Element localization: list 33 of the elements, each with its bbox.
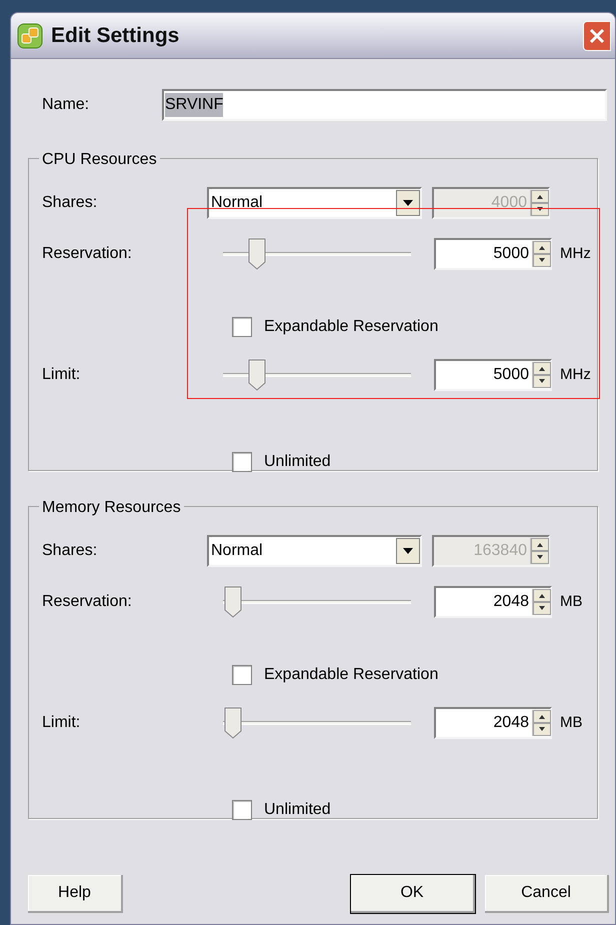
dialog-button[interactable]: OK xyxy=(351,875,475,913)
name-label: Name: xyxy=(42,95,90,115)
dropdown-value: Normal xyxy=(210,193,264,213)
field-label: Reservation: xyxy=(42,244,133,264)
field-label: Limit: xyxy=(42,713,82,733)
field-label: Shares: xyxy=(42,541,98,561)
number-field[interactable]: 2048 xyxy=(434,707,552,739)
unit-label: MB xyxy=(560,712,582,733)
dialog-button[interactable]: Cancel xyxy=(485,875,609,913)
number-field[interactable]: 5000 xyxy=(434,359,552,391)
checkbox-label: Expandable Reservation xyxy=(264,317,438,337)
name-field[interactable]: SRVINF xyxy=(162,89,607,121)
number-value: 163840 xyxy=(474,541,528,561)
field-label: Limit: xyxy=(42,365,82,385)
dropdown-value: Normal xyxy=(210,541,264,561)
number-value: 5000 xyxy=(493,244,530,264)
checkbox-label: Expandable Reservation xyxy=(264,665,438,685)
window-title: Edit Settings xyxy=(51,22,180,49)
number-value: 4000 xyxy=(491,193,528,213)
number-value: 2048 xyxy=(493,592,530,612)
number-field[interactable]: 2048 xyxy=(434,586,552,618)
number-value: 2048 xyxy=(493,713,530,733)
unit-label: MHz xyxy=(560,244,591,264)
unit-label: MB xyxy=(560,592,582,612)
field-label: Reservation: xyxy=(42,592,133,612)
number-value: 5000 xyxy=(493,365,530,385)
unit-label: MHz xyxy=(560,364,591,385)
checkbox-label: Unlimited xyxy=(264,800,331,820)
checkbox-label: Unlimited xyxy=(264,452,331,472)
dialog-button[interactable]: Help xyxy=(28,875,123,913)
name-value: SRVINF xyxy=(165,93,224,117)
field-label: Shares: xyxy=(42,193,98,213)
number-field[interactable]: 5000 xyxy=(434,238,552,270)
